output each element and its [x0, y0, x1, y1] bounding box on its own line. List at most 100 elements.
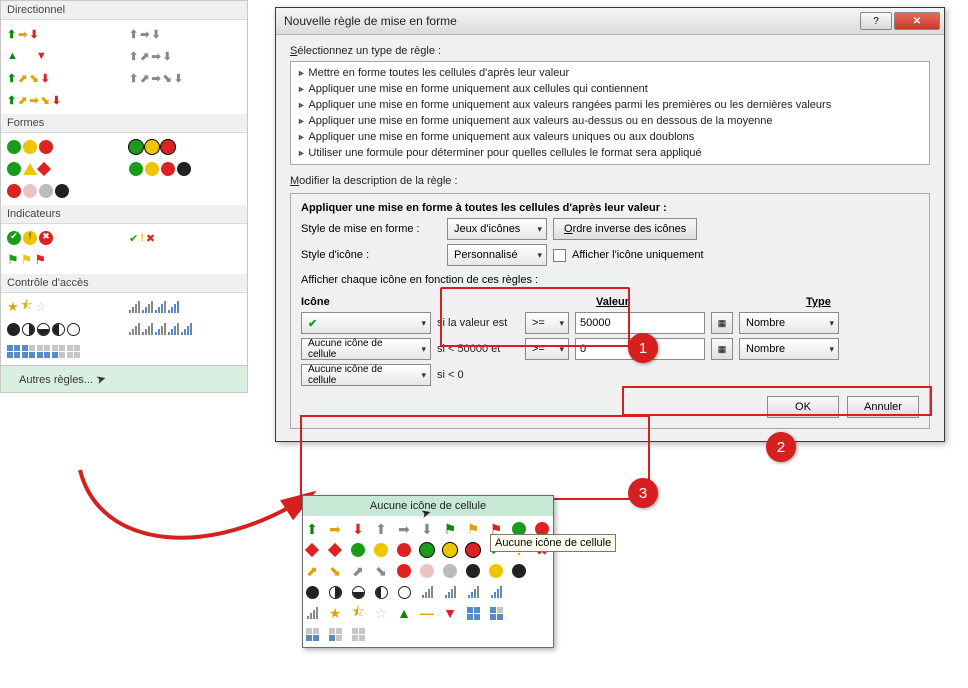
iconset-item[interactable] — [129, 137, 239, 157]
rule-type-item[interactable]: Appliquer une mise en forme uniquement a… — [295, 81, 925, 97]
iconset-item[interactable]: ⬆⬈➡⬇ — [129, 46, 239, 66]
dash-yellow-icon[interactable]: — — [418, 604, 436, 622]
annotation-badge-2: 2 — [766, 432, 796, 462]
flag-yellow-icon[interactable]: ⚑ — [464, 520, 482, 538]
quarter-full-icon[interactable] — [303, 583, 321, 601]
icon-combo[interactable]: ✔ — [301, 312, 431, 334]
boxes-2-icon[interactable] — [303, 625, 321, 643]
boxes-0-icon[interactable] — [349, 625, 367, 643]
annotation-badge-1: 1 — [628, 333, 658, 363]
circle-pink-icon[interactable] — [418, 562, 436, 580]
iconset-item[interactable] — [129, 319, 239, 339]
type-combo[interactable]: Nombre — [739, 338, 839, 360]
iconset-item[interactable]: ✔!✖ — [7, 228, 117, 248]
iconset-item[interactable]: ✔!✖ — [129, 228, 239, 248]
circle-gray-icon[interactable] — [441, 562, 459, 580]
close-button[interactable]: ✕ — [894, 12, 940, 30]
circle-red-icon[interactable] — [395, 541, 413, 559]
quarter-2-icon[interactable] — [349, 583, 367, 601]
arrow-downright-yellow-icon[interactable]: ⬊ — [326, 562, 344, 580]
iconset-directional-grid: ⬆➡⬇ ⬆➡⬇ ▲▼ ⬆⬈➡⬇ ⬆⬈⬊⬇ ⬆⬈➡⬊⬇ ⬆⬈➡⬊⬇ — [1, 20, 247, 114]
boxes-3-icon[interactable] — [487, 604, 505, 622]
iconset-item[interactable] — [129, 159, 239, 179]
bars-4-icon[interactable] — [487, 583, 505, 601]
circle-black-icon[interactable] — [464, 562, 482, 580]
arrow-up-gray-icon[interactable]: ⬆ — [372, 520, 390, 538]
boxes-4-icon[interactable] — [464, 604, 482, 622]
triangle-up-green-icon[interactable]: ▲ — [395, 604, 413, 622]
circle-yellow-exclaim-icon[interactable] — [487, 562, 505, 580]
format-style-label: Style de mise en forme : — [301, 223, 441, 235]
circle-bordered-red-icon[interactable] — [464, 541, 482, 559]
quarter-3-icon[interactable] — [326, 583, 344, 601]
show-icon-only-label: Afficher l'icône uniquement — [572, 249, 704, 261]
boxes-1-icon[interactable] — [326, 625, 344, 643]
circle-bordered-green-icon[interactable] — [418, 541, 436, 559]
format-style-combo[interactable]: Jeux d'icônes — [447, 218, 547, 240]
diamond-red-icon[interactable] — [326, 541, 344, 559]
iconset-item[interactable]: ⬆⬈⬊⬇ — [7, 68, 117, 88]
iconset-item[interactable]: ▲▼ — [7, 46, 117, 66]
arrow-right-gray-icon[interactable]: ➡ — [395, 520, 413, 538]
reverse-icon-order-button[interactable]: Ordre inverse des icônes — [553, 218, 697, 240]
rule-type-item[interactable]: Appliquer une mise en forme uniquement a… — [295, 113, 925, 129]
rule-type-item[interactable]: Utiliser une formule pour déterminer pou… — [295, 145, 925, 161]
icon-style-label: Style d'icône : — [301, 249, 441, 261]
bars-1-icon[interactable] — [418, 583, 436, 601]
range-picker-button[interactable]: ▦ — [711, 312, 733, 334]
iconset-item[interactable]: ⬆⬈➡⬊⬇ — [7, 90, 117, 110]
rule-type-item[interactable]: Appliquer une mise en forme uniquement a… — [295, 97, 925, 113]
iconset-item[interactable] — [7, 341, 117, 361]
circle-black-icon[interactable] — [510, 562, 528, 580]
quarter-1-icon[interactable] — [372, 583, 390, 601]
show-icon-only-checkbox[interactable] — [553, 249, 566, 262]
arrow-upright-gray-icon[interactable]: ⬈ — [349, 562, 367, 580]
arrow-upright-yellow-icon[interactable]: ⬈ — [303, 562, 321, 580]
quarter-0-icon[interactable] — [395, 583, 413, 601]
icon-combo[interactable]: Aucune icône de cellule — [301, 338, 431, 360]
iconset-item[interactable] — [7, 319, 117, 339]
iconset-item[interactable]: ⚑⚑⚑ — [7, 250, 117, 270]
type-combo[interactable]: Nombre — [739, 312, 839, 334]
no-cell-icon-option[interactable]: Aucune icône de cellule ➤ — [303, 496, 553, 516]
arrow-down-red-icon[interactable]: ⬇ — [349, 520, 367, 538]
triangle-down-red-icon[interactable]: ▼ — [441, 604, 459, 622]
circle-bordered-yellow-icon[interactable] — [441, 541, 459, 559]
iconset-item[interactable]: ★⯪☆ — [7, 297, 117, 317]
annotation-frame-1 — [440, 287, 630, 347]
arrow-down-gray-icon[interactable]: ⬇ — [418, 520, 436, 538]
iconset-item[interactable]: ⬆➡⬇ — [7, 24, 117, 44]
iconset-item[interactable]: ⬆⬈➡⬊⬇ — [129, 68, 239, 88]
iconset-item[interactable] — [129, 297, 239, 317]
section-directional: Directionnel — [1, 1, 247, 20]
bars-3-icon[interactable] — [464, 583, 482, 601]
rule-type-item[interactable]: Mettre en forme toutes les cellules d'ap… — [295, 65, 925, 81]
star-empty-icon[interactable]: ☆ — [372, 604, 390, 622]
rule-type-item[interactable]: Appliquer une mise en forme uniquement a… — [295, 129, 925, 145]
arrow-right-yellow-icon[interactable]: ➡ — [326, 520, 344, 538]
more-rules-button[interactable]: Autres règles... ➤ — [1, 365, 247, 392]
arrow-downright-gray-icon[interactable]: ⬊ — [372, 562, 390, 580]
bars-2-icon[interactable] — [441, 583, 459, 601]
circle-red-icon[interactable] — [395, 562, 413, 580]
help-button[interactable]: ? — [860, 12, 892, 30]
iconset-item[interactable] — [7, 181, 117, 201]
rule-type-list[interactable]: Mettre en forme toutes les cellules d'ap… — [290, 61, 930, 165]
icon-style-combo[interactable]: Personnalisé — [447, 244, 547, 266]
circle-yellow-icon[interactable] — [372, 541, 390, 559]
circle-green-icon[interactable] — [349, 541, 367, 559]
iconset-item[interactable] — [7, 159, 117, 179]
star-full-icon[interactable]: ★ — [326, 604, 344, 622]
range-picker-button[interactable]: ▦ — [711, 338, 733, 360]
icon-combo[interactable]: Aucune icône de cellule — [301, 364, 431, 386]
cursor-icon: ➤ — [94, 371, 107, 387]
diamond-red-icon[interactable] — [303, 541, 321, 559]
bars-0-icon[interactable] — [303, 604, 321, 622]
star-half-icon[interactable]: ⯪ — [349, 604, 367, 622]
flag-green-icon[interactable]: ⚑ — [441, 520, 459, 538]
iconset-item[interactable]: ⬆➡⬇ — [129, 24, 239, 44]
annotation-badge-3: 3 — [628, 478, 658, 508]
section-access: Contrôle d'accès — [1, 274, 247, 293]
arrow-up-green-icon[interactable]: ⬆ — [303, 520, 321, 538]
iconset-item[interactable] — [7, 137, 117, 157]
